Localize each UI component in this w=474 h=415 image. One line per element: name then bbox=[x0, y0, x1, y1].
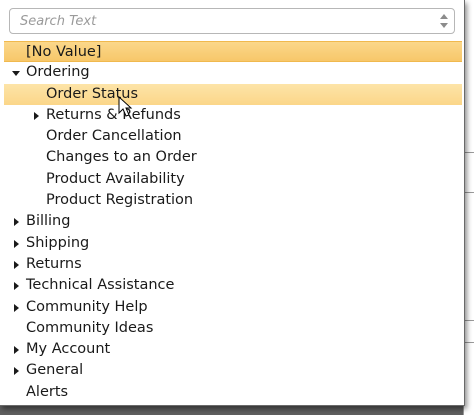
tree-item-my-account[interactable]: My Account bbox=[4, 339, 462, 360]
dropdown-popup: [No Value] Ordering Order Status Returns… bbox=[0, 0, 465, 406]
tree-item-community-ideas[interactable]: Community Ideas bbox=[4, 318, 462, 339]
tree-item-label: Returns & Refunds bbox=[46, 106, 181, 123]
tree-item-product-availability[interactable]: Product Availability bbox=[4, 169, 462, 190]
tree-item-billing[interactable]: Billing bbox=[4, 211, 462, 232]
triangle-right-icon[interactable] bbox=[12, 303, 20, 312]
tree-item-ordering[interactable]: Ordering bbox=[4, 62, 462, 83]
tree-item-changes-to-order[interactable]: Changes to an Order bbox=[4, 147, 462, 168]
triangle-right-icon[interactable] bbox=[12, 239, 20, 248]
tree-item-order-status[interactable]: Order Status bbox=[4, 83, 462, 105]
tree-item-label: Alerts bbox=[26, 383, 69, 400]
tree-item-label: Community Help bbox=[26, 298, 148, 315]
tree-item-label: Returns bbox=[26, 255, 82, 272]
category-tree: [No Value] Ordering Order Status Returns… bbox=[4, 41, 462, 403]
tree-item-label: Technical Assistance bbox=[26, 277, 175, 294]
tree-item-label: [No Value] bbox=[26, 44, 102, 60]
up-down-arrows-icon[interactable] bbox=[438, 12, 450, 30]
tree-item-no-value[interactable]: [No Value] bbox=[4, 41, 462, 63]
tree-item-label: Billing bbox=[26, 213, 71, 230]
tree-item-general[interactable]: General bbox=[4, 360, 462, 381]
tree-item-label: Product Availability bbox=[46, 170, 185, 187]
triangle-down-icon[interactable] bbox=[12, 69, 20, 77]
tree-item-label: Community Ideas bbox=[26, 319, 154, 336]
tree-item-technical-assistance[interactable]: Technical Assistance bbox=[4, 275, 462, 296]
triangle-right-icon[interactable] bbox=[12, 346, 20, 355]
tree-item-label: My Account bbox=[26, 341, 111, 358]
triangle-right-icon[interactable] bbox=[12, 367, 20, 376]
tree-item-label: Changes to an Order bbox=[46, 149, 197, 166]
tree-item-alerts[interactable]: Alerts bbox=[4, 382, 462, 403]
triangle-right-icon[interactable] bbox=[32, 111, 40, 120]
tree-item-order-cancellation[interactable]: Order Cancellation bbox=[4, 126, 462, 147]
tree-item-shipping[interactable]: Shipping bbox=[4, 233, 462, 254]
tree-item-label: General bbox=[26, 362, 84, 379]
tree-item-returns[interactable]: Returns bbox=[4, 254, 462, 275]
tree-item-product-registration[interactable]: Product Registration bbox=[4, 190, 462, 211]
search-box bbox=[9, 8, 455, 34]
tree-item-label: Ordering bbox=[26, 64, 90, 81]
tree-item-community-help[interactable]: Community Help bbox=[4, 297, 462, 318]
triangle-right-icon[interactable] bbox=[12, 218, 20, 227]
tree-item-label: Order Cancellation bbox=[46, 128, 182, 145]
tree-item-label: Product Registration bbox=[46, 192, 194, 209]
triangle-right-icon[interactable] bbox=[12, 282, 20, 291]
mouse-pointer-icon bbox=[118, 96, 133, 117]
tree-item-returns-refunds[interactable]: Returns & Refunds bbox=[4, 105, 462, 126]
search-input[interactable] bbox=[10, 9, 430, 33]
triangle-right-icon[interactable] bbox=[12, 260, 20, 269]
tree-item-label: Shipping bbox=[26, 234, 90, 251]
